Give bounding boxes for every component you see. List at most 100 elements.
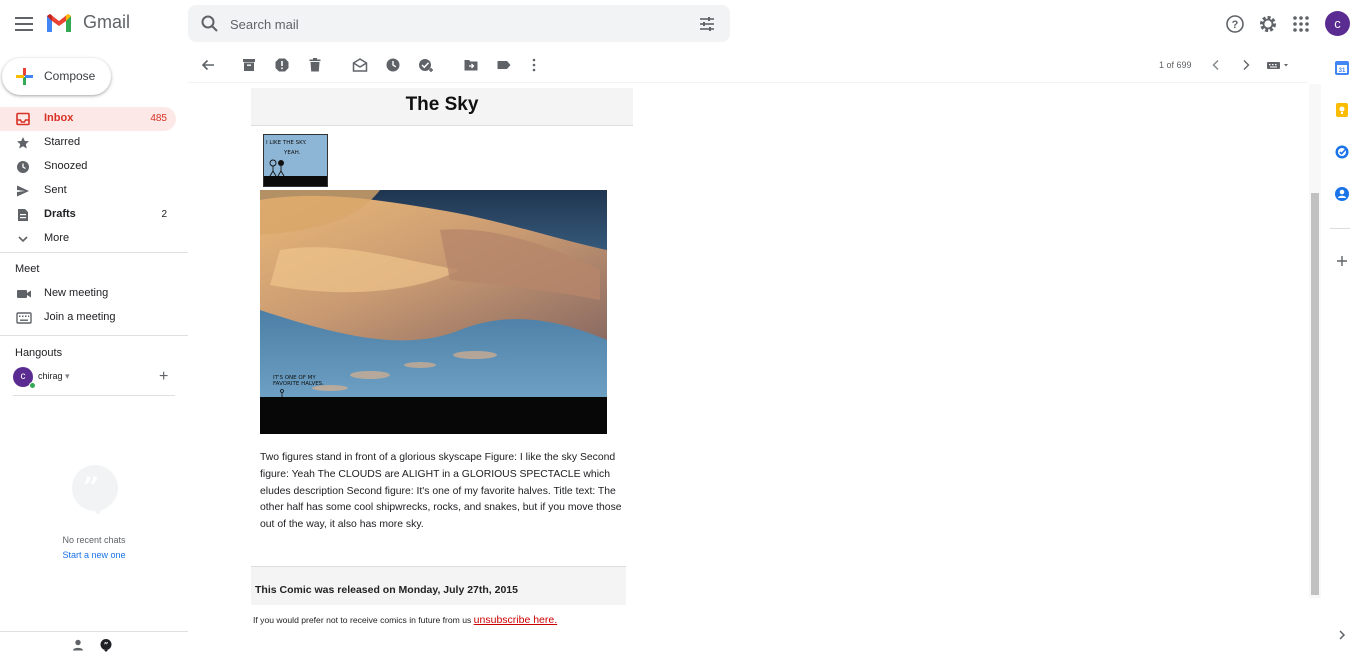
gmail-logo-icon[interactable]: [45, 12, 73, 34]
help-icon[interactable]: ?: [1223, 12, 1247, 36]
sidebar-item-more[interactable]: More: [0, 227, 176, 251]
clock-icon: [17, 161, 29, 173]
release-date-text: This Comic was released on Monday, July …: [255, 584, 518, 596]
image-caption-2: FAVORITE HALVES.: [273, 381, 324, 387]
unsubscribe-prefix: If you would prefer not to receive comic…: [253, 615, 472, 625]
video-camera-icon: [17, 290, 31, 298]
sidebar-item-starred[interactable]: Starred: [0, 131, 176, 155]
send-icon: [17, 185, 29, 197]
join-meeting-label: Join a meeting: [44, 311, 116, 323]
label-tag-icon[interactable]: [496, 57, 512, 73]
archive-icon[interactable]: [241, 57, 257, 73]
online-status-dot: [29, 382, 36, 389]
delete-trash-icon[interactable]: [307, 57, 323, 73]
main-menu-icon[interactable]: [12, 12, 36, 36]
dropdown-arrow-icon: ▾: [65, 371, 70, 381]
side-panel: [1321, 48, 1361, 658]
sidebar-item-label: Starred: [44, 136, 81, 148]
older-chevron-right-icon[interactable]: [1238, 57, 1254, 73]
sidebar-nav: Inbox 485 Starred Snoozed Sent Drafts 2 …: [0, 107, 188, 251]
comic-description: Two figures stand in front of a glorious…: [260, 452, 622, 531]
search-bar[interactable]: [188, 5, 730, 42]
keyboard-icon: [16, 312, 32, 324]
search-options-icon[interactable]: [698, 15, 716, 33]
add-to-tasks-icon[interactable]: [418, 57, 434, 73]
unsubscribe-line: If you would prefer not to receive comic…: [253, 614, 557, 626]
chat-bubble-icon: ”: [72, 465, 118, 515]
message-toolbar: 1 of 699: [188, 48, 1308, 83]
top-bar: Gmail ? c: [0, 0, 1361, 48]
report-spam-icon[interactable]: [274, 57, 290, 73]
move-to-folder-icon[interactable]: [463, 57, 479, 73]
tasks-icon[interactable]: [1334, 144, 1350, 160]
release-info-box: This Comic was released on Monday, July …: [251, 566, 626, 605]
newer-chevron-left-icon[interactable]: [1208, 57, 1224, 73]
sidebar-item-label: Drafts: [44, 208, 76, 220]
keep-notes-icon[interactable]: [1334, 102, 1350, 118]
input-tools-keyboard-icon[interactable]: [1266, 57, 1292, 73]
sidebar-item-label: Sent: [44, 184, 67, 196]
svg-text:31: 31: [1339, 68, 1346, 74]
plus-icon: [16, 68, 33, 85]
comic-thumbnail-image[interactable]: I LIKE THE SKY. YEAH.: [263, 134, 328, 187]
person-icon[interactable]: [71, 638, 85, 652]
hangouts-divider: [13, 395, 175, 396]
sidebar-item-label: Inbox: [44, 112, 74, 124]
apps-grid-icon[interactable]: [1289, 12, 1313, 36]
get-addons-plus-icon[interactable]: [1334, 253, 1350, 269]
comic-title-header: The Sky: [251, 88, 633, 126]
sidebar-divider: [0, 252, 188, 253]
unsubscribe-link[interactable]: unsubscribe here.: [474, 614, 557, 626]
hangouts-quote-icon[interactable]: ”: [99, 638, 113, 652]
sidebar-item-inbox[interactable]: Inbox 485: [0, 107, 176, 131]
back-arrow-icon[interactable]: [200, 57, 216, 73]
hangouts-section-title: Hangouts: [15, 347, 63, 359]
compose-button[interactable]: Compose: [2, 58, 111, 95]
hangouts-bottom-bar: ”: [0, 631, 188, 658]
sidebar-divider: [0, 335, 188, 336]
more-options-icon[interactable]: [526, 57, 542, 73]
inbox-icon: [16, 112, 30, 126]
app-name[interactable]: Gmail: [83, 12, 130, 33]
comic-title: The Sky: [405, 94, 479, 115]
comic-main-image[interactable]: IT'S ONE OF MY FAVORITE HALVES.: [260, 190, 607, 434]
sidebar-item-drafts[interactable]: Drafts 2: [0, 203, 176, 227]
join-meeting-item[interactable]: Join a meeting: [0, 307, 180, 329]
hangouts-user-name-text: chirag: [38, 371, 63, 381]
account-avatar[interactable]: c: [1325, 11, 1350, 36]
side-panel-divider: [1330, 228, 1350, 229]
sidebar-item-label: Snoozed: [44, 160, 88, 172]
new-conversation-plus-icon[interactable]: +: [159, 369, 168, 385]
pagination-count: 1 of 699: [1159, 60, 1192, 70]
scrollbar-thumb[interactable]: [1311, 193, 1319, 595]
svg-text:”: ”: [104, 640, 109, 650]
thumbnail-drawing: I LIKE THE SKY. YEAH.: [264, 135, 327, 186]
new-meeting-item[interactable]: New meeting: [0, 283, 180, 305]
unread-count: 485: [150, 113, 167, 124]
snooze-clock-icon[interactable]: [385, 57, 401, 73]
draft-count: 2: [161, 209, 167, 220]
meet-section-title: Meet: [15, 263, 40, 275]
thumb-speech-1: I LIKE THE SKY.: [266, 140, 307, 146]
new-meeting-label: New meeting: [44, 287, 109, 299]
thumb-speech-2: YEAH.: [283, 150, 301, 156]
settings-gear-icon[interactable]: [1256, 12, 1280, 36]
star-icon: [17, 137, 29, 149]
sidebar-item-label: More: [44, 232, 70, 244]
draft-icon: [18, 209, 28, 221]
sidebar-item-sent[interactable]: Sent: [0, 179, 176, 203]
mark-unread-icon[interactable]: [352, 57, 368, 73]
svg-text:?: ?: [1232, 19, 1239, 31]
chevron-down-icon: [18, 236, 28, 243]
calendar-icon[interactable]: 31: [1334, 60, 1350, 76]
show-side-panel-chevron-icon[interactable]: [1334, 627, 1350, 643]
search-input[interactable]: [230, 13, 690, 35]
sky-painting: IT'S ONE OF MY FAVORITE HALVES.: [260, 190, 607, 434]
sidebar-item-snoozed[interactable]: Snoozed: [0, 155, 176, 179]
compose-label: Compose: [44, 69, 96, 83]
contacts-icon[interactable]: [1334, 186, 1350, 202]
no-chats-text: No recent chats: [62, 535, 126, 545]
hangouts-user-name[interactable]: chirag ▾: [38, 371, 70, 382]
start-new-chat-link[interactable]: Start a new one: [0, 550, 188, 560]
search-icon[interactable]: [200, 14, 220, 34]
